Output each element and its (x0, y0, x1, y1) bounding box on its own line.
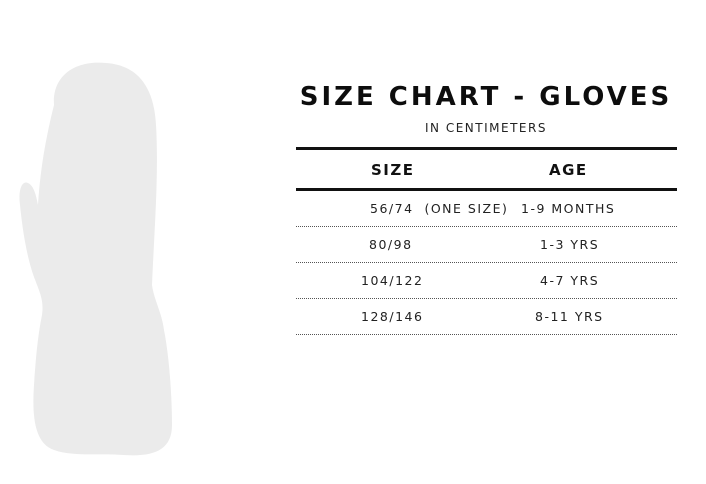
table-row: 56/74 (ONE SIZE) 1-9 MONTHS (296, 191, 677, 227)
column-header-size: SIZE (371, 161, 415, 179)
table-header-row: SIZE AGE (296, 150, 677, 188)
page-title: SIZE CHART - GLOVES (299, 82, 673, 112)
age-cell: 1-9 MONTHS (521, 201, 616, 216)
size-cell: 104/122 (361, 273, 424, 288)
table-row: 80/98 1-3 YRS (296, 227, 677, 263)
mitten-icon (19, 62, 173, 456)
age-cell: 8-11 YRS (535, 309, 604, 324)
page-subtitle: IN CENTIMETERS (425, 121, 547, 135)
column-header-age: AGE (549, 161, 588, 179)
size-cell: 56/74 (ONE SIZE) (370, 201, 509, 216)
age-cell: 1-3 YRS (540, 237, 600, 252)
size-chart-table: SIZE AGE 56/74 (ONE SIZE) 1-9 MONTHS 80/… (296, 147, 677, 335)
size-cell: 128/146 (361, 309, 424, 324)
table-row: 128/146 8-11 YRS (296, 299, 677, 335)
size-cell: 80/98 (369, 237, 413, 252)
age-cell: 4-7 YRS (540, 273, 600, 288)
table-row: 104/122 4-7 YRS (296, 263, 677, 299)
